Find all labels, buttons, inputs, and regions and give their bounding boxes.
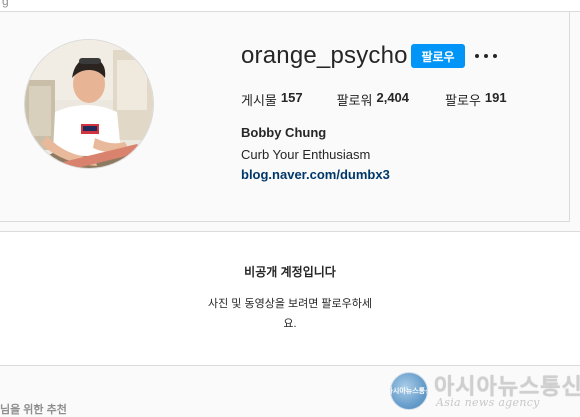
profile-link[interactable]: blog.naver.com/dumbx3 — [241, 167, 390, 182]
news-logo: 아시아뉴스통신 — [390, 372, 428, 410]
stat-followers-label: 팔로워 — [336, 93, 373, 108]
username: orange_psycho — [241, 42, 408, 69]
stat-followers-count: 2,404 — [376, 90, 410, 105]
bio-text: Curb Your Enthusiasm — [241, 147, 371, 162]
avatar-photo — [25, 40, 153, 168]
stat-posts-count: 157 — [280, 90, 303, 105]
profile-header: orange_psycho 팔로우 게시물 157 팔로워 2,404 팔로우 … — [0, 12, 570, 222]
stat-following[interactable]: 팔로우 191 — [445, 90, 507, 109]
private-title: 비공개 계정입니다 — [244, 265, 336, 279]
top-bar: g — [0, 0, 580, 12]
more-options-icon[interactable] — [475, 46, 497, 66]
stat-following-label: 팔로우 — [445, 93, 481, 108]
private-description: 사진 및 동영상을 보려면 팔로우하세 요. — [0, 294, 580, 334]
more-dot — [484, 54, 488, 58]
stat-followers[interactable]: 팔로워 2,404 — [337, 90, 409, 109]
avatar[interactable] — [24, 39, 154, 169]
suggestions-heading: 님을 위한 추천 — [0, 404, 67, 416]
follow-button[interactable]: 팔로우 — [411, 44, 465, 68]
instagram-profile-page: g orange_psycho 팔로우 게시물 157 팔로워 2,404 팔로… — [0, 0, 580, 417]
more-dot — [493, 54, 497, 58]
full-name: Bobby Chung — [241, 125, 327, 140]
more-dot — [475, 54, 479, 58]
news-watermark: 아시아뉴스통신 아시아뉴스통신 Asia news agency — [390, 370, 580, 414]
news-logo-text: 아시아뉴스통신 — [391, 388, 427, 395]
top-bar-glyph: g — [2, 0, 9, 8]
stat-posts: 게시물 157 — [241, 90, 303, 109]
profile-stats: 게시물 157 팔로워 2,404 팔로우 191 — [241, 90, 507, 109]
private-account-notice: 비공개 계정입니다 사진 및 동영상을 보려면 팔로우하세 요. — [0, 231, 580, 366]
watermark-subtitle: Asia news agency — [436, 396, 540, 409]
stat-following-count: 191 — [484, 90, 507, 105]
private-description-line: 사진 및 동영상을 보려면 팔로우하세 — [207, 298, 373, 310]
stat-posts-label: 게시물 — [241, 93, 277, 108]
private-description-line: 요. — [283, 318, 297, 330]
